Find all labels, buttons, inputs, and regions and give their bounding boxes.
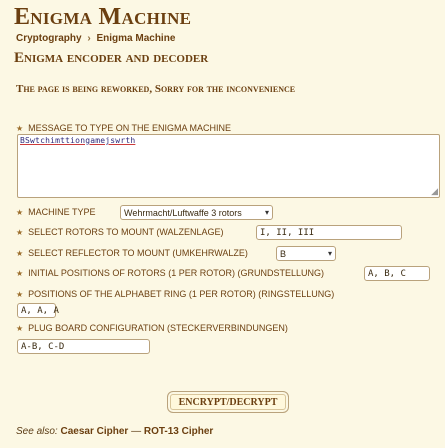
encrypt-decrypt-button[interactable]: ENCRYPT/DECRYPT xyxy=(167,391,289,413)
machine-type-select[interactable]: Wehrmacht/Luftwaffe 3 rotors ▾ xyxy=(120,205,273,220)
link-caesar-cipher[interactable]: Caesar Cipher xyxy=(60,426,128,437)
reflector-label-text: Select reflector to mount (Umkehrwalze) xyxy=(28,248,248,258)
chevron-down-icon: ▾ xyxy=(327,249,332,258)
rotors-input[interactable]: I, II, III xyxy=(256,225,402,240)
initial-positions-label: ★ Initial positions of rotors (1 per rot… xyxy=(16,268,324,278)
machine-type-value: Wehrmacht/Luftwaffe 3 rotors xyxy=(124,207,242,218)
rotors-label-text: Select rotors to mount (Walzenlage) xyxy=(28,227,224,237)
ring-positions-label-text: Positions of the alphabet ring (1 per ro… xyxy=(28,289,335,299)
site-title[interactable]: Enigma Machine xyxy=(14,4,191,31)
star-icon: ★ xyxy=(16,123,24,133)
breadcrumb-separator: › xyxy=(87,33,91,44)
reflector-label: ★ Select reflector to mount (Umkehrwalze… xyxy=(16,248,248,258)
star-icon: ★ xyxy=(16,207,24,217)
star-icon: ★ xyxy=(16,268,24,278)
breadcrumb-item-cryptography[interactable]: Cryptography xyxy=(16,33,82,44)
see-also-label: See also: xyxy=(16,426,58,437)
message-text: BSwtchimttiongamejswrth xyxy=(20,136,136,145)
page-title: Enigma encoder and decoder xyxy=(14,50,209,66)
rework-notice: The page is being reworked, Sorry for th… xyxy=(16,83,296,95)
ring-positions-label: ★ Positions of the alphabet ring (1 per … xyxy=(16,289,334,299)
link-rot13-cipher[interactable]: ROT-13 Cipher xyxy=(144,426,213,437)
breadcrumb: Cryptography › Enigma Machine xyxy=(16,33,175,44)
plugboard-label-text: Plug board configuration (Steckerverbind… xyxy=(28,323,288,333)
machine-type-label: ★ Machine type xyxy=(16,207,96,217)
plugboard-input[interactable]: A-B, C-D xyxy=(17,339,150,354)
see-also-separator: — xyxy=(131,426,142,437)
message-textarea[interactable]: BSwtchimttiongamejswrth ◢ xyxy=(17,134,440,198)
breadcrumb-item-enigma[interactable]: Enigma Machine xyxy=(96,33,175,44)
resize-grip-icon[interactable]: ◢ xyxy=(431,188,438,197)
see-also: See also: Caesar Cipher — ROT-13 Cipher xyxy=(16,426,213,437)
star-icon: ★ xyxy=(16,248,24,258)
ring-positions-input[interactable]: A, A, A xyxy=(17,303,59,318)
initial-positions-label-text: Initial positions of rotors (1 per rotor… xyxy=(28,268,325,278)
message-label-text: Message to type on the Enigma machine xyxy=(28,123,232,133)
message-label: ★ Message to type on the Enigma machine xyxy=(16,123,231,133)
star-icon: ★ xyxy=(16,323,24,333)
chevron-down-icon: ▾ xyxy=(264,208,269,217)
rotors-label: ★ Select rotors to mount (Walzenlage) xyxy=(16,227,224,237)
initial-positions-input[interactable]: A, B, C xyxy=(364,266,430,281)
machine-type-label-text: Machine type xyxy=(28,207,96,217)
reflector-select[interactable]: B ▾ xyxy=(276,246,336,261)
plugboard-label: ★ Plug board configuration (Steckerverbi… xyxy=(16,323,288,333)
star-icon: ★ xyxy=(16,227,24,237)
star-icon: ★ xyxy=(16,289,24,299)
reflector-value: B xyxy=(280,248,287,259)
